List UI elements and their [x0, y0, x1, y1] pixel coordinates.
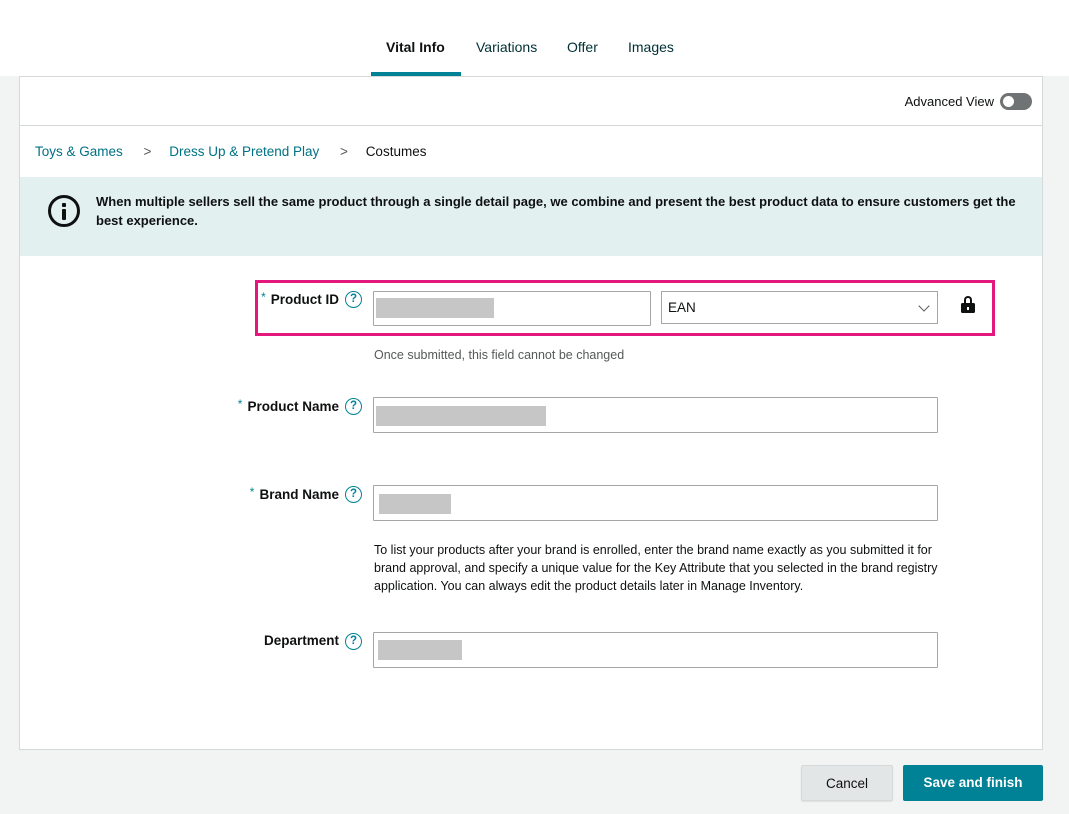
info-icon	[48, 195, 80, 227]
redacted-value	[379, 494, 451, 514]
brand-name-label: * Brand Name	[249, 485, 339, 502]
brand-name-note: To list your products after your brand i…	[374, 543, 938, 593]
product-id-hint: Once submitted, this field cannot be cha…	[374, 348, 625, 362]
help-icon[interactable]: ?	[345, 486, 362, 503]
redacted-value	[376, 406, 546, 426]
save-and-finish-button[interactable]: Save and finish	[903, 765, 1043, 801]
tab-vital-info[interactable]: Vital Info	[386, 39, 445, 55]
advanced-view-toggle[interactable]	[1000, 93, 1032, 110]
redacted-value	[376, 298, 494, 318]
required-marker: *	[249, 485, 255, 499]
breadcrumb-toys-games[interactable]: Toys & Games	[35, 144, 123, 159]
toggle-knob	[1003, 96, 1014, 107]
tab-offer[interactable]: Offer	[567, 39, 598, 55]
lock-icon	[961, 296, 975, 314]
advanced-view-label: Advanced View	[904, 94, 994, 109]
tab-variations[interactable]: Variations	[476, 39, 537, 55]
form-card: Advanced View Toys & Games > Dress Up & …	[19, 76, 1043, 750]
chevron-down-icon	[918, 300, 930, 312]
chevron-right-icon: >	[143, 143, 152, 159]
required-marker: *	[237, 397, 243, 411]
product-id-input[interactable]	[373, 291, 651, 326]
required-marker: *	[261, 290, 266, 304]
info-banner-text: When multiple sellers sell the same prod…	[96, 194, 1016, 228]
breadcrumb-costumes: Costumes	[365, 143, 427, 159]
info-banner: When multiple sellers sell the same prod…	[20, 177, 1042, 256]
breadcrumb: Toys & Games > Dress Up & Pretend Play >…	[35, 143, 426, 159]
product-id-type-value: EAN	[668, 300, 696, 315]
product-id-label: * Product ID	[261, 290, 339, 307]
product-name-label: * Product Name	[237, 397, 339, 414]
cancel-button[interactable]: Cancel	[801, 765, 893, 801]
department-input[interactable]	[373, 632, 938, 668]
department-label: Department	[263, 633, 339, 648]
help-icon[interactable]: ?	[345, 633, 362, 650]
redacted-value	[378, 640, 462, 660]
product-id-type-select[interactable]: EAN	[661, 291, 938, 324]
chevron-right-icon: >	[340, 143, 348, 159]
tab-bar: Vital Info Variations Offer Images	[0, 0, 1069, 76]
help-icon[interactable]: ?	[345, 291, 362, 308]
brand-name-input[interactable]	[373, 485, 938, 521]
breadcrumb-dress-up[interactable]: Dress Up & Pretend Play	[169, 144, 319, 159]
tab-images[interactable]: Images	[628, 39, 674, 55]
advanced-view-bar: Advanced View	[20, 77, 1042, 126]
product-name-input[interactable]	[373, 397, 938, 433]
help-icon[interactable]: ?	[345, 398, 362, 415]
